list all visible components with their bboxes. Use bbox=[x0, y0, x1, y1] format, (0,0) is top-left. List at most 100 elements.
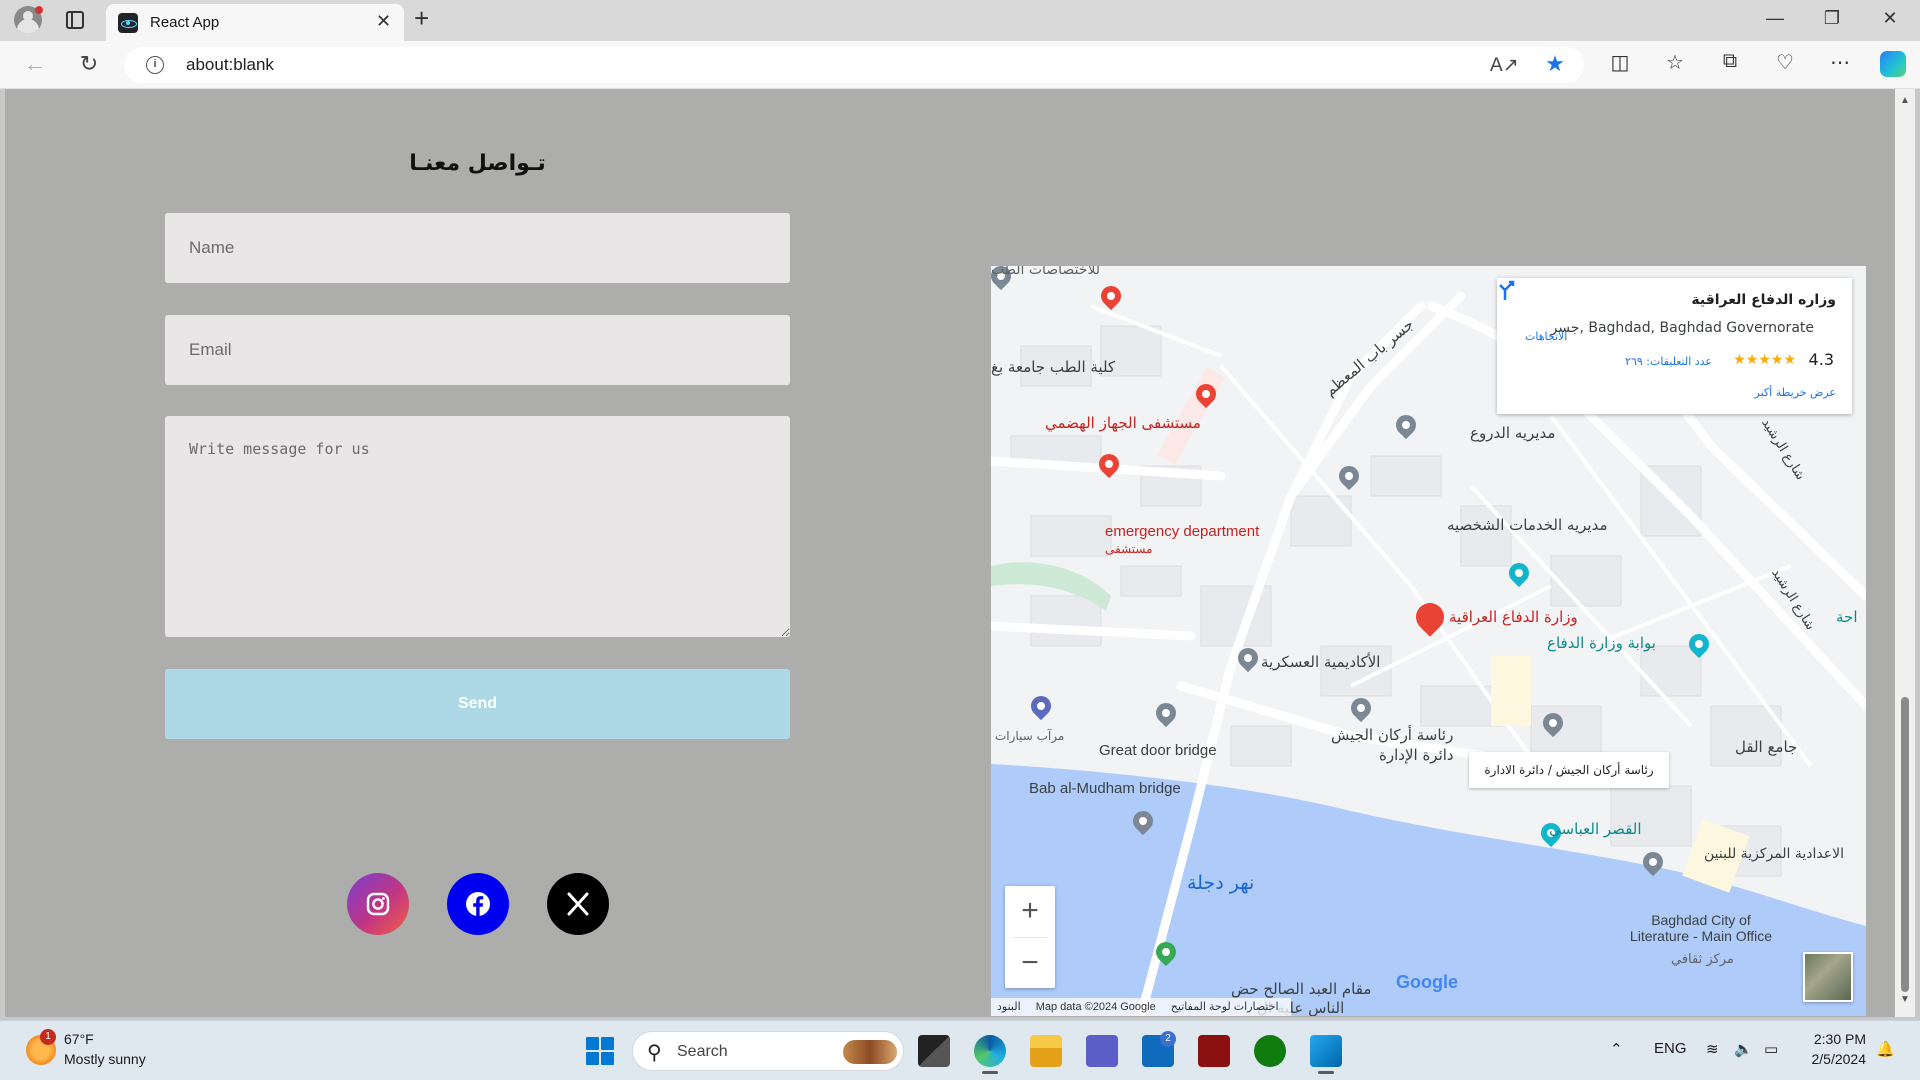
map-label: مديريه الدروع bbox=[1470, 424, 1556, 442]
vscode-icon[interactable] bbox=[1310, 1035, 1342, 1067]
close-tab-icon[interactable]: ✕ bbox=[376, 11, 391, 32]
terms-link[interactable]: البنود bbox=[997, 1001, 1021, 1013]
keyboard-shortcuts-link[interactable]: اختصارات لوحة المفاتيح bbox=[1171, 1001, 1279, 1013]
react-logo-icon bbox=[118, 13, 138, 33]
map-label: احة bbox=[1836, 608, 1858, 626]
map-label: Baghdad City of Literature - Main Office bbox=[1629, 912, 1773, 944]
start-windows-icon[interactable] bbox=[584, 1035, 616, 1067]
send-button[interactable]: Send bbox=[165, 669, 790, 739]
xbox-icon[interactable] bbox=[1254, 1035, 1286, 1067]
map-label: مرآب سيارات bbox=[995, 729, 1065, 743]
map-label: القصر العباسي bbox=[1549, 820, 1642, 838]
page-viewport: تـواصل معنـا Send bbox=[5, 89, 1895, 1017]
battery-icon[interactable]: ▭ bbox=[1764, 1040, 1778, 1058]
more-menu-icon[interactable]: ⋯ bbox=[1825, 50, 1855, 75]
site-info-icon[interactable]: i bbox=[146, 56, 164, 74]
place-info-card: وزاره الدفاع العراقية جسر, Baghdad, Bagh… bbox=[1497, 278, 1852, 414]
map-label: Great door bridge bbox=[1099, 742, 1217, 759]
task-view-icon[interactable] bbox=[918, 1035, 950, 1067]
search-label: Search bbox=[677, 1043, 728, 1060]
read-aloud-icon[interactable]: A↗ bbox=[1490, 54, 1519, 77]
teams-icon[interactable] bbox=[1086, 1035, 1118, 1067]
satellite-toggle-button[interactable] bbox=[1803, 952, 1853, 1002]
browser-titlebar: React App ✕ + — ❐ ✕ bbox=[0, 0, 1920, 41]
window-close-icon[interactable]: ✕ bbox=[1875, 8, 1905, 29]
favorite-star-icon[interactable]: ★ bbox=[1542, 51, 1568, 77]
facebook-button[interactable] bbox=[447, 873, 509, 935]
edge-browser-icon[interactable] bbox=[974, 1035, 1006, 1067]
clock-date[interactable]: 2/5/2024 bbox=[1800, 1051, 1867, 1067]
reviews-link[interactable]: عدد التعليقات: ٢٦٩ bbox=[1625, 355, 1712, 368]
rating-stars-icon: ★★★★★ bbox=[1733, 352, 1796, 368]
back-arrow-icon[interactable]: ← bbox=[20, 51, 50, 77]
map-data-text: Map data ©2024 Google bbox=[1035, 1001, 1156, 1013]
view-larger-map-link[interactable]: عرض خريطة أكبر bbox=[1755, 386, 1836, 399]
maximize-icon[interactable]: ❐ bbox=[1817, 8, 1847, 29]
copilot-icon[interactable] bbox=[1880, 51, 1906, 77]
active-app-indicator bbox=[982, 1071, 998, 1074]
page-scrollbar[interactable]: ▲ ▼ bbox=[1895, 89, 1915, 1017]
url-text[interactable]: about:blank bbox=[186, 55, 274, 75]
mail-badge: 2 bbox=[1160, 1031, 1176, 1047]
file-explorer-icon[interactable] bbox=[1030, 1035, 1062, 1067]
volume-icon[interactable]: 🔈 bbox=[1734, 1040, 1753, 1058]
map-label: الأكاديمية العسكرية bbox=[1261, 653, 1381, 671]
zoom-out-button[interactable]: − bbox=[1005, 938, 1055, 988]
directions-icon[interactable] bbox=[1497, 278, 1521, 302]
directions-label[interactable]: الاتجاهات bbox=[1525, 330, 1567, 343]
browser-essentials-icon[interactable]: ♡ bbox=[1770, 50, 1800, 75]
x-button[interactable] bbox=[547, 873, 609, 935]
zoom-in-button[interactable]: + bbox=[1005, 886, 1055, 936]
game-app-icon[interactable] bbox=[1198, 1035, 1230, 1067]
google-logo: Google bbox=[1396, 972, 1458, 992]
map-label: جامع القل bbox=[1735, 738, 1798, 756]
map-label: emergency department bbox=[1105, 523, 1260, 540]
favorites-icon[interactable]: ☆ bbox=[1660, 50, 1690, 75]
weather-badge: 1 bbox=[40, 1029, 56, 1045]
tab-actions-icon[interactable] bbox=[66, 11, 84, 29]
x-logo-icon bbox=[567, 892, 589, 916]
new-tab-button[interactable]: + bbox=[414, 3, 429, 34]
active-app-indicator bbox=[1318, 1071, 1334, 1074]
wifi-icon[interactable]: ≋ bbox=[1706, 1040, 1719, 1058]
instagram-icon bbox=[366, 892, 390, 916]
refresh-icon[interactable]: ↻ bbox=[74, 51, 104, 77]
map-label: Bab al-Mudham bridge bbox=[1029, 780, 1181, 797]
place-rating: 4.3 bbox=[1808, 350, 1834, 369]
taskbar-search-box[interactable]: ⚲ Search bbox=[632, 1031, 904, 1071]
zoom-controls: + − bbox=[1005, 886, 1055, 988]
show-hidden-icons-chevron-icon[interactable]: ⌃ bbox=[1610, 1040, 1623, 1058]
map-label: مديريه الخدمات الشخصيه bbox=[1447, 516, 1608, 534]
search-highlight-image bbox=[843, 1040, 897, 1064]
map-label: مستشفى الجهاز الهضمي bbox=[1045, 414, 1201, 432]
map-tooltip: رئاسة أركان الجيش / دائرة الادارة bbox=[1469, 752, 1669, 788]
address-bar[interactable]: i about:blank A↗ ★ bbox=[124, 47, 1584, 83]
collections-icon[interactable]: ⧉ bbox=[1715, 50, 1745, 73]
windows-taskbar: 1 67°F Mostly sunny ⚲ Search 2 ⌃ ENG ≋ 🔈… bbox=[0, 1020, 1920, 1080]
language-indicator[interactable]: ENG bbox=[1654, 1040, 1687, 1057]
email-field[interactable] bbox=[165, 315, 790, 385]
map-label: مستشفى bbox=[1105, 542, 1153, 556]
map-label: كلية الطب جامعة بغ bbox=[991, 358, 1116, 376]
message-field[interactable] bbox=[165, 416, 790, 637]
ministry-label[interactable]: وزارة الدفاع العراقية bbox=[1449, 608, 1578, 626]
tab-react-app[interactable]: React App ✕ bbox=[106, 4, 404, 41]
name-field[interactable] bbox=[165, 213, 790, 283]
profile-notification-dot bbox=[35, 6, 43, 14]
notification-bell-icon[interactable]: 🔔 bbox=[1876, 1040, 1895, 1058]
embedded-map[interactable]: للاختصاصات الطب كلية الطب جامعة بغ مستشف… bbox=[991, 266, 1866, 1016]
map-label: الاعدادية المركزية للبنين bbox=[1704, 846, 1844, 862]
weather-temperature[interactable]: 67°F bbox=[64, 1031, 94, 1047]
scrollbar-thumb[interactable] bbox=[1901, 697, 1909, 992]
place-address: جسر, Baghdad, Baghdad Governorate bbox=[1550, 320, 1814, 336]
map-label: بوابة وزارة الدفاع bbox=[1547, 634, 1656, 652]
scroll-up-arrow-icon[interactable]: ▲ bbox=[1900, 95, 1910, 106]
split-screen-icon[interactable]: ◫ bbox=[1605, 50, 1635, 75]
instagram-button[interactable] bbox=[347, 873, 409, 935]
weather-description[interactable]: Mostly sunny bbox=[64, 1051, 146, 1067]
map-label: مقام العبد الصالح حض bbox=[1231, 980, 1372, 998]
map-label: دائرة الإدارة bbox=[1379, 746, 1454, 764]
clock-time[interactable]: 2:30 PM bbox=[1810, 1031, 1866, 1047]
minimize-icon[interactable]: — bbox=[1760, 8, 1790, 29]
scroll-down-arrow-icon[interactable]: ▼ bbox=[1900, 994, 1910, 1005]
